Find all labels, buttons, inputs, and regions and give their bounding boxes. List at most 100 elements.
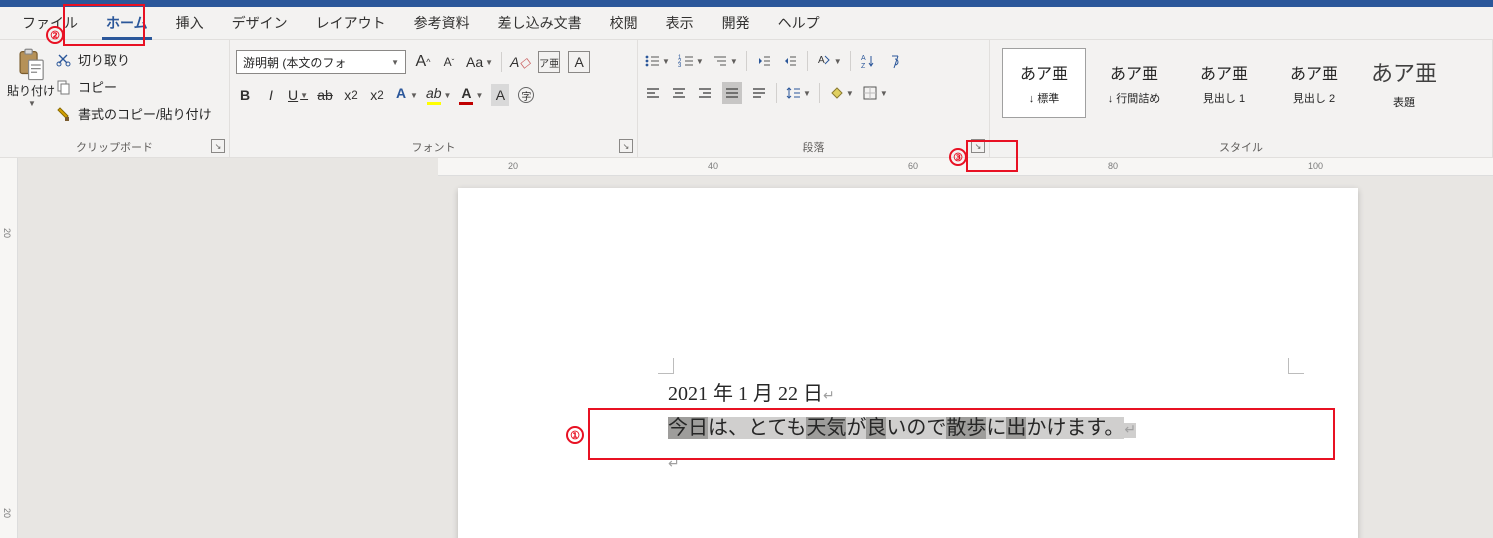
vruler-tick: 20 <box>2 508 12 518</box>
page[interactable]: 2021 年 1 月 22 日 ↵ 今日は、とても天気が良いので散歩に出かけます。… <box>458 188 1358 538</box>
doc-body-selected[interactable]: 今日は、とても天気が良いので散歩に出かけます。 <box>668 417 1124 439</box>
clear-formatting-button[interactable]: A◇ <box>510 51 530 73</box>
indent-icon <box>782 53 798 69</box>
ribbon-tabs: ファイル ホーム 挿入 デザイン レイアウト 参考資料 差し込み文書 校閲 表示… <box>0 7 1493 40</box>
clipboard-paste-icon <box>16 48 46 82</box>
tab-mailings[interactable]: 差し込み文書 <box>484 5 596 39</box>
style-title[interactable]: あア亜 表題 <box>1362 48 1446 118</box>
copy-label: コピー <box>78 77 117 96</box>
borders-icon <box>862 85 878 101</box>
decrease-indent-button[interactable] <box>755 50 773 72</box>
tab-review[interactable]: 校閲 <box>596 5 652 39</box>
format-painter-button[interactable]: 書式のコピー/貼り付け <box>56 104 212 123</box>
style-preview: あア亜 <box>1290 60 1338 84</box>
style-name: 見出し 1 <box>1203 90 1245 106</box>
enclosed-char-button[interactable]: 字 <box>517 84 535 106</box>
multilevel-button[interactable]: ▼ <box>712 50 738 72</box>
svg-text:A: A <box>861 55 866 62</box>
paragraph-mark-icon: ↵ <box>668 457 680 472</box>
strike-button[interactable]: ab <box>316 84 334 106</box>
align-left-button[interactable] <box>644 82 662 104</box>
show-marks-button[interactable] <box>885 50 903 72</box>
italic-button[interactable]: I <box>262 84 280 106</box>
font-group-label: フォント <box>412 139 456 155</box>
distribute-button[interactable] <box>750 82 768 104</box>
align-center-icon <box>671 85 687 101</box>
enclose-char-button[interactable]: A <box>568 51 590 73</box>
tab-design[interactable]: デザイン <box>218 5 302 39</box>
bucket-icon <box>828 85 844 101</box>
shrink-font-button[interactable]: Aˇ <box>440 51 458 73</box>
subscript-button[interactable]: x2 <box>342 84 360 106</box>
align-center-button[interactable] <box>670 82 688 104</box>
hruler-tick: 80 <box>1108 161 1308 171</box>
underline-button[interactable]: U▼ <box>288 84 308 106</box>
chevron-down-icon: ▼ <box>391 58 399 67</box>
outdent-icon <box>756 53 772 69</box>
align-right-button[interactable] <box>696 82 714 104</box>
line-spacing-button[interactable]: ▼ <box>785 82 811 104</box>
text-direction-icon: A <box>816 53 832 69</box>
clipboard-group-label: クリップボード <box>76 139 153 155</box>
bold-button[interactable]: B <box>236 84 254 106</box>
styles-group-label: スタイル <box>1219 139 1263 155</box>
ruby-button[interactable]: ア亜 <box>538 51 560 73</box>
cut-label: 切り取り <box>78 50 130 69</box>
tab-references[interactable]: 参考資料 <box>400 5 484 39</box>
change-case-button[interactable]: Aa▼ <box>466 51 493 73</box>
font-launcher[interactable]: ↘ <box>619 139 633 153</box>
style-nospace[interactable]: あア亜 ↓ 行間詰め <box>1092 48 1176 118</box>
line-spacing-icon <box>785 85 801 101</box>
style-name: ↓ 行間詰め <box>1108 90 1161 106</box>
style-preview: あア亜 <box>1110 60 1158 84</box>
workspace: 20 20 20 40 60 80 100 2021 年 1 月 22 日 ↵ 今… <box>0 158 1493 538</box>
ribbon: 貼り付け ▼ 切り取り コピー 書式のコピー/貼り付け クリップボード <box>0 40 1493 158</box>
tab-developer[interactable]: 開発 <box>708 5 764 39</box>
tab-insert[interactable]: 挿入 <box>162 5 218 39</box>
style-normal[interactable]: あア亜 ↓ 標準 <box>1002 48 1086 118</box>
highlight-color-button[interactable]: ab ▼ <box>426 84 452 106</box>
style-preview: あア亜 <box>1020 60 1068 84</box>
clipboard-launcher[interactable]: ↘ <box>211 139 225 153</box>
pilcrow-icon <box>886 53 902 69</box>
increase-indent-button[interactable] <box>781 50 799 72</box>
paragraph-launcher[interactable]: ↘ <box>971 139 985 153</box>
style-name: 表題 <box>1393 94 1415 110</box>
justify-button[interactable] <box>722 82 742 104</box>
bullets-button[interactable]: ▼ <box>644 50 670 72</box>
horizontal-ruler[interactable]: 20 40 60 80 100 <box>438 158 1493 176</box>
superscript-button[interactable]: x2 <box>368 84 386 106</box>
ltr-button[interactable]: A▼ <box>816 50 842 72</box>
tab-help[interactable]: ヘルプ <box>764 5 834 39</box>
style-heading2[interactable]: あア亜 見出し 2 <box>1272 48 1356 118</box>
copy-button[interactable]: コピー <box>56 77 212 96</box>
tab-view[interactable]: 表示 <box>652 5 708 39</box>
margin-corner-tr <box>1288 358 1304 374</box>
paste-label: 貼り付け <box>7 82 55 99</box>
tab-layout[interactable]: レイアウト <box>302 5 400 39</box>
cut-button[interactable]: 切り取り <box>56 50 212 69</box>
vertical-ruler[interactable]: 20 20 <box>0 158 18 538</box>
style-heading1[interactable]: あア亜 見出し 1 <box>1182 48 1266 118</box>
svg-text:A: A <box>818 55 825 66</box>
grow-font-button[interactable]: A^ <box>414 51 432 73</box>
style-preview: あア亜 <box>1371 56 1437 88</box>
style-preview: あア亜 <box>1200 60 1248 84</box>
tab-home[interactable]: ホーム <box>92 5 162 39</box>
char-shading-button[interactable]: A <box>491 84 509 106</box>
tab-file[interactable]: ファイル <box>8 5 92 39</box>
paste-button[interactable]: 貼り付け ▼ <box>6 44 56 108</box>
sort-button[interactable]: AZ <box>859 50 877 72</box>
document-text[interactable]: 2021 年 1 月 22 日 ↵ 今日は、とても天気が良いので散歩に出かけます。… <box>668 377 1136 479</box>
doc-date-line[interactable]: 2021 年 1 月 22 日 <box>668 383 823 405</box>
paragraph-mark-icon: ↵ <box>1124 423 1136 438</box>
text-fill-bar <box>394 102 408 105</box>
text-effects-button[interactable]: A ▼ <box>394 84 418 106</box>
multilevel-icon <box>712 53 728 69</box>
group-paragraph: ▼ 123▼ ▼ A▼ AZ <box>638 40 990 157</box>
font-color-button[interactable]: A ▼ <box>459 84 483 106</box>
numbering-button[interactable]: 123▼ <box>678 50 704 72</box>
font-name-select[interactable]: 游明朝 (本文のフォ ▼ <box>236 50 406 74</box>
borders-button[interactable]: ▼ <box>862 82 888 104</box>
shading-button[interactable]: ▼ <box>828 82 854 104</box>
